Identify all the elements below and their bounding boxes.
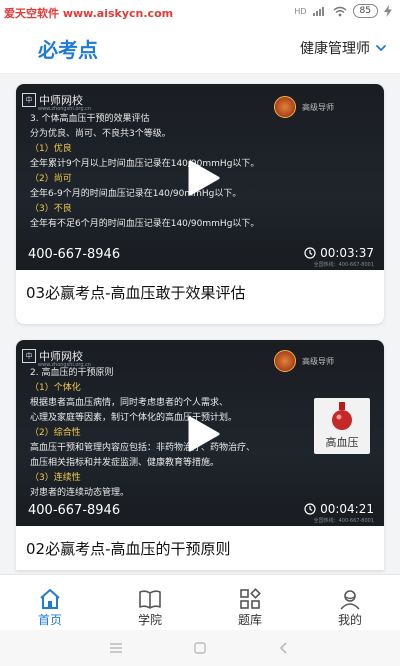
video-title[interactable]: 03必赢考点-高血压敢于效果评估 xyxy=(26,282,246,303)
tab-academy[interactable]: 学院 xyxy=(110,575,190,631)
app-screen: 爱天空软件 www.aiskycn.com HD 85 必考点 健康管理师 中 … xyxy=(0,0,400,666)
video-thumbnail[interactable]: 中 中师网校 www.zhongshi.org.cn 高级导师 2. 高血压的干… xyxy=(16,340,384,526)
instructor-seal-icon xyxy=(274,350,296,372)
charging-icon xyxy=(384,5,392,17)
book-icon xyxy=(139,590,161,609)
badge-label: 高血压 xyxy=(325,436,359,449)
duration-text: 00:03:37 xyxy=(320,246,374,260)
category-selector[interactable]: 健康管理师 xyxy=(300,38,388,58)
thumbnail-line: 全年累计9个月以上时间血压记录在140/90mmHg以下。 xyxy=(30,159,260,169)
thumbnail-text: 2. 高血压的干预原则 （1）个体化 根据患者高血压病情，同时考虑患者的个人需求… xyxy=(30,366,255,501)
seal-text: 高级导师 xyxy=(302,103,334,112)
video-list: 中 中师网校 www.zhongshi.org.cn 高级导师 3. 个体高血压… xyxy=(0,74,400,574)
app-header: 必考点 健康管理师 xyxy=(0,24,400,74)
play-icon[interactable] xyxy=(184,416,220,452)
category-label: 健康管理师 xyxy=(300,41,370,57)
flask-icon xyxy=(332,402,352,430)
status-bar: 爱天空软件 www.aiskycn.com HD 85 xyxy=(0,0,400,24)
thumbnail-text: 3. 个体高血压干预的效果评估 分为优良、尚可、不良共3个等级。 （1）优良 全… xyxy=(30,112,259,232)
thumbnail-line: （2）尚可 xyxy=(30,174,72,184)
status-icons: HD 85 xyxy=(294,4,392,18)
seal-text: 高级导师 xyxy=(302,357,334,366)
hotline-number: 400-667-8946 xyxy=(28,503,121,518)
system-nav-bar xyxy=(0,630,400,666)
thumbnail-line: 3. 个体高血压干预的效果评估 xyxy=(30,114,150,124)
thumbnail-line: 对患者的连续动态管理。 xyxy=(30,488,130,498)
tab-profile[interactable]: 我的 xyxy=(310,575,390,631)
hotline-number: 400-667-8946 xyxy=(28,247,121,262)
tab-label: 学院 xyxy=(137,613,162,627)
clock-icon xyxy=(304,503,316,515)
tab-question-bank[interactable]: 题库 xyxy=(210,575,290,631)
video-card[interactable]: 中 中师网校 www.zhongshi.org.cn 高级导师 3. 个体高血压… xyxy=(16,84,384,324)
wifi-icon xyxy=(333,6,346,16)
signal-label: HD xyxy=(294,6,307,16)
tab-home[interactable]: 首页 xyxy=(10,575,90,631)
bottom-tab-bar: 首页 学院 题库 我的 xyxy=(0,574,400,630)
back-icon[interactable] xyxy=(276,640,292,656)
home-square-icon[interactable] xyxy=(192,640,208,656)
play-icon[interactable] xyxy=(184,160,220,196)
video-card[interactable]: 中 中师网校 www.zhongshi.org.cn 高级导师 2. 高血压的干… xyxy=(16,340,384,570)
thumbnail-line: 心理及家庭等因素，制订个体化的高血压干预计划。 xyxy=(30,413,238,423)
video-title[interactable]: 02必赢考点-高血压的干预原则 xyxy=(26,538,231,559)
video-thumbnail[interactable]: 中 中师网校 www.zhongshi.org.cn 高级导师 3. 个体高血压… xyxy=(16,84,384,270)
battery-level: 85 xyxy=(359,6,371,16)
thumbnail-line: 分为优良、尚可、不良共3个等级。 xyxy=(30,129,171,139)
grid-icon xyxy=(240,588,261,609)
duration-text: 00:04:21 xyxy=(320,502,374,516)
page-title: 必考点 xyxy=(38,38,98,62)
tab-label: 题库 xyxy=(237,613,262,627)
menu-icon[interactable] xyxy=(108,640,124,656)
chevron-down-icon xyxy=(376,45,386,52)
thumbnail-line: （1）个体化 xyxy=(30,383,81,393)
thumbnail-line: 血压相关指标和并发症监测、健康教育等措施。 xyxy=(30,458,220,468)
clock-icon xyxy=(304,247,316,259)
instructor-seal-icon xyxy=(274,96,296,118)
thumbnail-line: 高血压干预和管理内容应包括：非药物治疗、药物治疗、 xyxy=(30,443,256,453)
thumbnail-line: （3）连续性 xyxy=(30,473,81,483)
tab-label: 首页 xyxy=(37,613,62,627)
thumbnail-line: 全年有不足6个月的时间血压记录在140/90mmHg以下。 xyxy=(30,219,260,229)
hypertension-badge: 高血压 xyxy=(314,398,370,454)
thumbnail-line: 全年6-9个月的时间血压记录在140/90mmHg以下。 xyxy=(30,189,242,199)
thumbnail-hotline: 全国热线：400-667-8001 xyxy=(313,518,374,524)
cellular-signal-icon xyxy=(312,7,324,16)
user-icon xyxy=(340,590,360,610)
thumbnail-hotline: 全国热线：400-667-8001 xyxy=(313,262,374,268)
thumbnail-line: （2）综合性 xyxy=(30,428,81,438)
brand-logo-icon: 中 xyxy=(22,93,36,107)
thumbnail-line: 根据患者高血压病情，同时考虑患者的个人需求、 xyxy=(30,398,229,408)
video-duration: 00:03:37 xyxy=(304,246,374,260)
thumbnail-line: （3）不良 xyxy=(30,204,72,214)
battery-indicator: 85 xyxy=(352,4,378,18)
brand-logo-icon: 中 xyxy=(22,349,36,363)
video-duration: 00:04:21 xyxy=(304,502,374,516)
tab-label: 我的 xyxy=(337,613,362,627)
thumbnail-line: （1）优良 xyxy=(30,144,72,154)
home-icon xyxy=(40,589,60,609)
watermark-text: 爱天空软件 www.aiskycn.com xyxy=(4,7,174,20)
thumbnail-line: 2. 高血压的干预原则 xyxy=(30,368,114,378)
